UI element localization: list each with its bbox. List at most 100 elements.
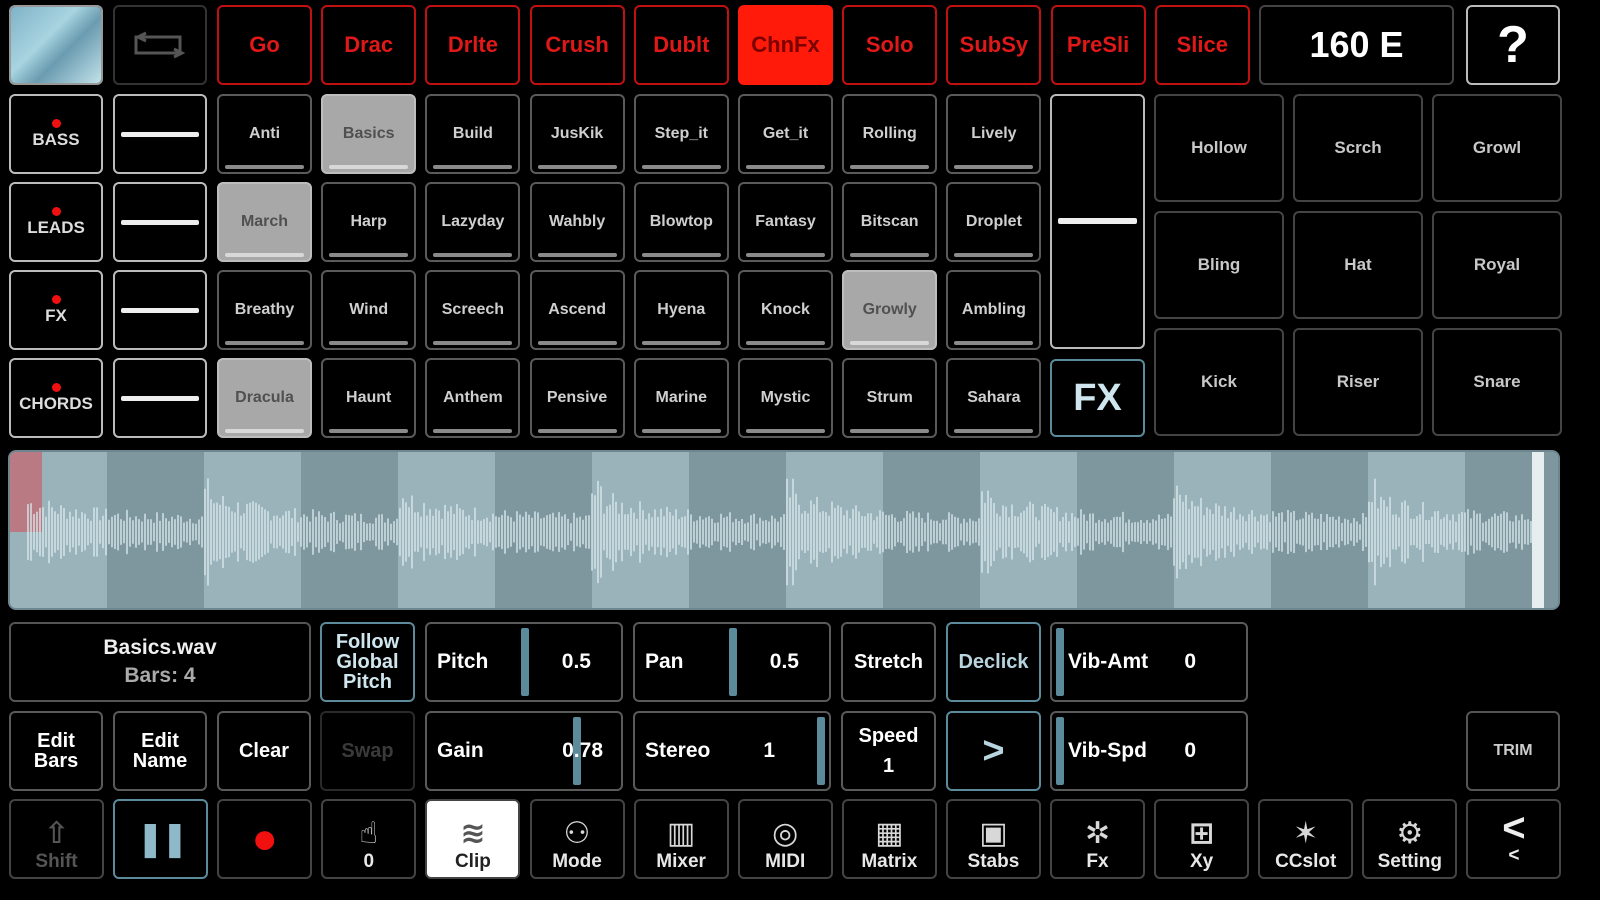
toolbar-record-button[interactable]: ● bbox=[217, 799, 313, 879]
toolbar-0-button[interactable]: ☝ 0 bbox=[321, 799, 417, 879]
vib-amt-slider[interactable]: Vib-Amt 0 bbox=[1050, 622, 1248, 702]
clip-pad-marine[interactable]: Marine bbox=[633, 358, 729, 438]
toolbar-midi-button[interactable]: ◎ MIDI bbox=[737, 799, 833, 879]
help-button[interactable]: ? bbox=[1466, 5, 1560, 85]
toolbar-clip-button[interactable]: ≋ Clip bbox=[425, 799, 521, 879]
clip-pad-harp[interactable]: Harp bbox=[321, 182, 417, 262]
clip-pad-ascend[interactable]: Ascend bbox=[529, 270, 625, 350]
stereo-knob[interactable] bbox=[817, 717, 825, 785]
follow-global-pitch-button[interactable]: Follow Global Pitch bbox=[320, 622, 415, 702]
vib-spd-knob[interactable] bbox=[1056, 717, 1064, 785]
toolbar-shift-button[interactable]: ⇧ Shift bbox=[9, 799, 104, 879]
clip-pad-hyena[interactable]: Hyena bbox=[633, 270, 729, 350]
slider-handle[interactable] bbox=[121, 220, 199, 225]
drum-pad-growl[interactable]: Growl bbox=[1432, 94, 1562, 202]
pan-knob[interactable] bbox=[729, 628, 737, 696]
fx-button-chnfx[interactable]: ChnFx bbox=[738, 5, 833, 85]
drum-pad-hat[interactable]: Hat bbox=[1293, 211, 1423, 319]
fader-handle[interactable] bbox=[1058, 218, 1137, 224]
swap-button[interactable]: Swap bbox=[320, 711, 415, 791]
clip-pad-march[interactable]: March bbox=[217, 182, 312, 262]
toolbar-pause-button[interactable]: ❚❚ bbox=[113, 799, 209, 879]
fx-button-subsy[interactable]: SubSy bbox=[946, 5, 1042, 85]
edit-bars-button[interactable]: Edit Bars bbox=[9, 711, 103, 791]
clip-pad-sahara[interactable]: Sahara bbox=[946, 358, 1042, 438]
waveform-display[interactable] bbox=[8, 450, 1560, 610]
clip-pad-breathy[interactable]: Breathy bbox=[217, 270, 312, 350]
clip-pad-pensive[interactable]: Pensive bbox=[529, 358, 625, 438]
clip-pad-lively[interactable]: Lively bbox=[946, 94, 1042, 174]
drum-pad-bling[interactable]: Bling bbox=[1154, 211, 1284, 319]
clip-pad-bitscan[interactable]: Bitscan bbox=[842, 182, 938, 262]
clip-pad-screech[interactable]: Screech bbox=[425, 270, 521, 350]
clip-pad-get-it[interactable]: Get_it bbox=[738, 94, 833, 174]
edit-name-button[interactable]: Edit Name bbox=[113, 711, 207, 791]
clip-pad-blowtop[interactable]: Blowtop bbox=[633, 182, 729, 262]
channel-button-chords[interactable]: CHORDS bbox=[9, 358, 103, 438]
channel-volume-slider[interactable] bbox=[113, 182, 207, 262]
channel-volume-slider[interactable] bbox=[113, 358, 207, 438]
channel-button-leads[interactable]: LEADS bbox=[9, 182, 103, 262]
clip-pad-ambling[interactable]: Ambling bbox=[946, 270, 1042, 350]
pitch-slider[interactable]: Pitch 0.5 bbox=[425, 622, 623, 702]
tempo-display[interactable]: 160 E bbox=[1259, 5, 1454, 85]
pitch-knob[interactable] bbox=[521, 628, 529, 696]
drum-pad-riser[interactable]: Riser bbox=[1293, 328, 1423, 436]
drum-pad-scrch[interactable]: Scrch bbox=[1293, 94, 1423, 202]
fx-button-crush[interactable]: Crush bbox=[529, 5, 625, 85]
drum-pad-kick[interactable]: Kick bbox=[1154, 328, 1284, 436]
clip-pad-build[interactable]: Build bbox=[425, 94, 521, 174]
clip-pad-mystic[interactable]: Mystic bbox=[738, 358, 833, 438]
trim-button[interactable]: TRIM bbox=[1466, 711, 1560, 791]
fx-button-solo[interactable]: Solo bbox=[842, 5, 938, 85]
pan-slider[interactable]: Pan 0.5 bbox=[633, 622, 831, 702]
clip-pad-anti[interactable]: Anti bbox=[217, 94, 312, 174]
clip-pad-knock[interactable]: Knock bbox=[738, 270, 833, 350]
clip-pad-droplet[interactable]: Droplet bbox=[946, 182, 1042, 262]
gain-slider[interactable]: Gain 0.78 bbox=[425, 711, 623, 791]
toolbar-mixer-button[interactable]: ▥ Mixer bbox=[633, 799, 729, 879]
clip-pad-lazyday[interactable]: Lazyday bbox=[425, 182, 521, 262]
toolbar-fx-button[interactable]: ✲ Fx bbox=[1050, 799, 1145, 879]
fx-button-drac[interactable]: Drac bbox=[321, 5, 417, 85]
slider-handle[interactable] bbox=[121, 396, 199, 401]
stereo-slider[interactable]: Stereo 1 bbox=[633, 711, 831, 791]
drum-pad-hollow[interactable]: Hollow bbox=[1154, 94, 1284, 202]
toolbar---button[interactable]: < < bbox=[1466, 799, 1562, 879]
slider-handle[interactable] bbox=[121, 308, 199, 313]
clip-pad-strum[interactable]: Strum bbox=[842, 358, 938, 438]
vib-spd-slider[interactable]: Vib-Spd 0 bbox=[1050, 711, 1248, 791]
toolbar-mode-button[interactable]: ⚇ Mode bbox=[529, 799, 625, 879]
clip-pad-fantasy[interactable]: Fantasy bbox=[738, 182, 833, 262]
channel-volume-slider[interactable] bbox=[113, 94, 207, 174]
clip-pad-haunt[interactable]: Haunt bbox=[321, 358, 417, 438]
fx-button-presli[interactable]: PreSli bbox=[1050, 5, 1146, 85]
drum-pad-snare[interactable]: Snare bbox=[1432, 328, 1562, 436]
fx-pad-button[interactable]: FX bbox=[1050, 359, 1145, 437]
clip-pad-dracula[interactable]: Dracula bbox=[217, 358, 312, 438]
fx-button-slice[interactable]: Slice bbox=[1154, 5, 1250, 85]
channel-button-bass[interactable]: BASS bbox=[9, 94, 103, 174]
toolbar-xy-button[interactable]: ⊞ Xy bbox=[1154, 799, 1250, 879]
loop-toggle-button[interactable] bbox=[113, 5, 207, 85]
next-button[interactable]: > bbox=[946, 711, 1041, 791]
clip-pad-rolling[interactable]: Rolling bbox=[842, 94, 938, 174]
stretch-button[interactable]: Stretch bbox=[841, 622, 936, 702]
clip-pad-wahbly[interactable]: Wahbly bbox=[529, 182, 625, 262]
toolbar-ccslot-button[interactable]: ✶ CCslot bbox=[1258, 799, 1354, 879]
toolbar-setting-button[interactable]: ⚙ Setting bbox=[1362, 799, 1458, 879]
vertical-fader[interactable] bbox=[1050, 94, 1145, 349]
clip-pad-growly[interactable]: Growly bbox=[842, 270, 938, 350]
toolbar-matrix-button[interactable]: ▦ Matrix bbox=[841, 799, 937, 879]
fx-button-drlte[interactable]: Drlte bbox=[425, 5, 521, 85]
clip-pad-wind[interactable]: Wind bbox=[321, 270, 417, 350]
toolbar-stabs-button[interactable]: ▣ Stabs bbox=[945, 799, 1041, 879]
channel-volume-slider[interactable] bbox=[113, 270, 207, 350]
vib-amt-knob[interactable] bbox=[1056, 628, 1064, 696]
clear-button[interactable]: Clear bbox=[217, 711, 311, 791]
drum-pad-royal[interactable]: Royal bbox=[1432, 211, 1562, 319]
fx-button-dublt[interactable]: Dublt bbox=[633, 5, 729, 85]
declick-button[interactable]: Declick bbox=[946, 622, 1041, 702]
thumbnail-image[interactable] bbox=[9, 5, 103, 85]
clip-pad-juskik[interactable]: JusKik bbox=[529, 94, 625, 174]
